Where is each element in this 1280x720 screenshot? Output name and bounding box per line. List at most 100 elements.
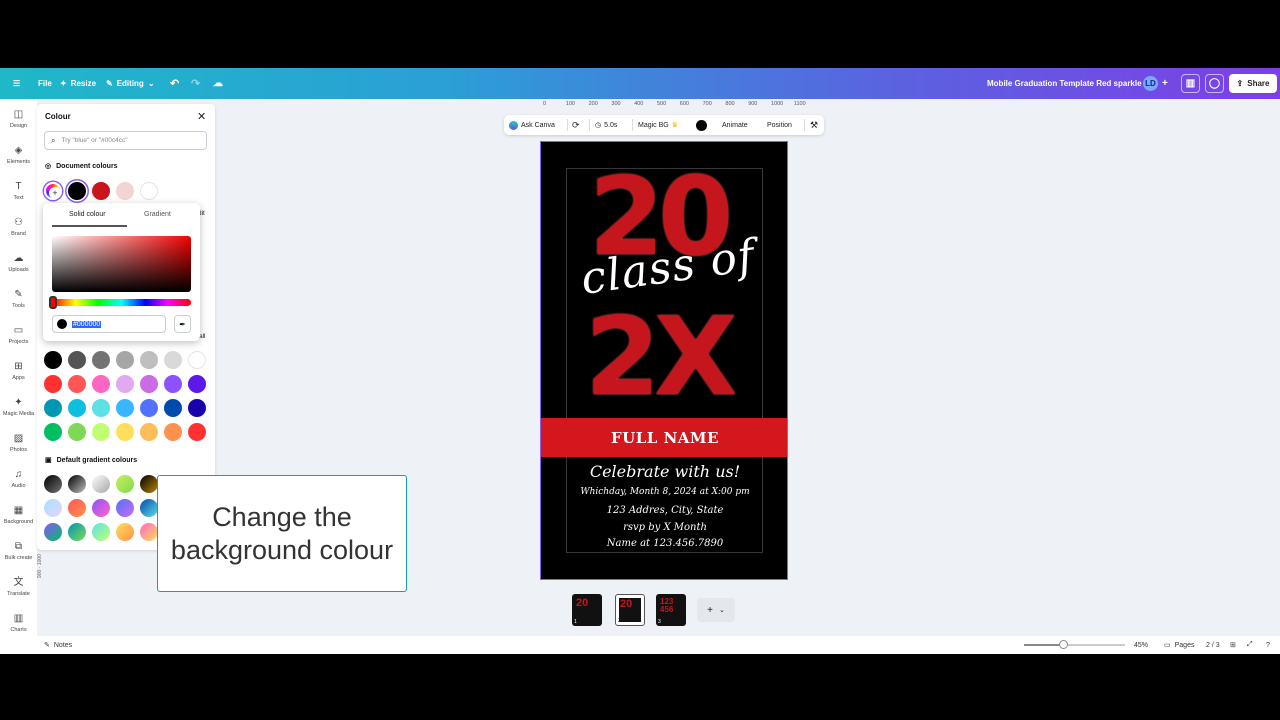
solid-colour-swatch[interactable]	[92, 399, 110, 417]
solid-colour-swatch[interactable]	[92, 351, 110, 369]
gradient-colour-swatch[interactable]	[92, 475, 110, 493]
solid-colour-swatch[interactable]	[44, 399, 62, 417]
gradient-colour-swatch[interactable]	[44, 499, 62, 517]
sidebar-item-background[interactable]: ▦ Background	[0, 498, 37, 532]
sidebar-item-brand[interactable]: ⚇ Brand	[0, 210, 37, 244]
sidebar-item-audio[interactable]: ♫ Audio	[0, 462, 37, 496]
solid-colour-swatch[interactable]	[188, 375, 206, 393]
gradient-colour-swatch[interactable]	[44, 475, 62, 493]
zoom-percentage[interactable]: 45%	[1134, 636, 1148, 654]
replace-button[interactable]: ⟳	[572, 115, 580, 135]
solid-colour-swatch[interactable]	[164, 423, 182, 441]
gradient-colour-swatch[interactable]	[68, 523, 86, 541]
solid-colour-swatch[interactable]	[140, 399, 158, 417]
celebrate-text[interactable]: Celebrate with us!	[541, 462, 787, 481]
pages-button[interactable]: ▭ Pages	[1164, 636, 1194, 654]
sidebar-item-text[interactable]: T Text	[0, 174, 37, 208]
editing-mode-dropdown[interactable]: ✎ Editing ⌄	[106, 68, 155, 99]
solid-colour-swatch[interactable]	[164, 375, 182, 393]
gradient-colour-swatch[interactable]	[140, 499, 158, 517]
comments-button[interactable]: ◯	[1205, 74, 1224, 93]
solid-colour-swatch[interactable]	[44, 351, 62, 369]
sidebar-item-photos[interactable]: ▨ Photos	[0, 426, 37, 460]
close-icon[interactable]: ✕	[197, 110, 206, 123]
notes-button[interactable]: ✎ Notes	[44, 636, 72, 654]
tab-solid-colour[interactable]: Solid colour	[69, 211, 106, 218]
solid-colour-swatch[interactable]	[92, 423, 110, 441]
save-status-button[interactable]: ☁	[213, 68, 223, 99]
solid-colour-swatch[interactable]	[68, 375, 86, 393]
solid-colour-swatch[interactable]	[68, 423, 86, 441]
sidebar-item-magic-media[interactable]: ✦ Magic Media	[0, 390, 37, 424]
sidebar-item-elements[interactable]: ◈ Elements	[0, 138, 37, 172]
undo-button[interactable]: ↶	[170, 68, 179, 99]
magic-bg-button[interactable]: Magic BG ♛	[638, 115, 678, 135]
document-colour-swatch[interactable]	[116, 182, 134, 200]
rsvp-text[interactable]: rsvp by X Month	[541, 522, 787, 533]
solid-colour-swatch[interactable]	[68, 399, 86, 417]
timing-button[interactable]: ◷ 5.0s	[595, 115, 617, 135]
colour-search-input[interactable]: ⌕ Try "blue" or "#00c4cc"	[44, 131, 207, 150]
zoom-slider-handle[interactable]	[1059, 640, 1068, 649]
menu-icon[interactable]: ☰	[13, 68, 20, 99]
solid-colour-swatch[interactable]	[116, 375, 134, 393]
sidebar-item-projects[interactable]: ▭ Projects	[0, 318, 37, 352]
help-button[interactable]: ?	[1266, 636, 1270, 654]
solid-colour-swatch[interactable]	[116, 351, 134, 369]
document-colour-swatch[interactable]	[68, 182, 86, 200]
solid-colour-swatch[interactable]	[116, 399, 134, 417]
copy-style-button[interactable]: ⚒	[810, 115, 818, 135]
position-button[interactable]: Position	[767, 115, 792, 135]
sidebar-item-bulk-create[interactable]: ⧉ Bulk create	[0, 534, 37, 568]
gradient-colour-swatch[interactable]	[68, 475, 86, 493]
sidebar-item-tools[interactable]: ✎ Tools	[0, 282, 37, 316]
ask-canva-button[interactable]: Ask Canva	[509, 115, 555, 135]
gradient-colour-swatch[interactable]	[44, 523, 62, 541]
solid-colour-swatch[interactable]	[188, 399, 206, 417]
page-thumbnail[interactable]: 123 456 3	[656, 594, 686, 626]
solid-colour-swatch[interactable]	[188, 423, 206, 441]
name-banner[interactable]: FULL NAME	[541, 418, 787, 457]
grid-view-button[interactable]: ⊞	[1230, 636, 1236, 654]
page-thumbnail[interactable]: 20 1	[572, 594, 602, 626]
solid-colour-swatch[interactable]	[164, 351, 182, 369]
document-colour-swatch[interactable]	[140, 182, 158, 200]
design-page[interactable]: 20 2X class of FULL NAME Celebrate with …	[540, 141, 788, 580]
tab-gradient[interactable]: Gradient	[144, 211, 171, 218]
sidebar-item-design[interactable]: ◫ Design	[0, 102, 37, 136]
animate-button[interactable]: Animate	[722, 115, 748, 135]
solid-colour-swatch[interactable]	[92, 375, 110, 393]
fullscreen-button[interactable]: ⤢	[1247, 636, 1253, 654]
address-text[interactable]: 123 Addres, City, State	[541, 505, 787, 516]
gradient-colour-swatch[interactable]	[140, 523, 158, 541]
eyedropper-button[interactable]: ✒	[174, 315, 191, 333]
avatar[interactable]: LD	[1143, 76, 1158, 91]
sidebar-item-uploads[interactable]: ☁ Uploads	[0, 246, 37, 280]
solid-colour-swatch[interactable]	[188, 351, 206, 369]
solid-colour-swatch[interactable]	[68, 351, 86, 369]
gradient-colour-swatch[interactable]	[140, 475, 158, 493]
solid-colour-swatch[interactable]	[116, 423, 134, 441]
add-page-button[interactable]: + ⌄	[697, 598, 735, 622]
background-colour-button[interactable]	[696, 115, 707, 135]
add-collaborator-button[interactable]: +	[1162, 68, 1168, 99]
gradient-colour-swatch[interactable]	[116, 499, 134, 517]
sidebar-item-apps[interactable]: ⊞ Apps	[0, 354, 37, 388]
contact-text[interactable]: Name at 123.456.7890	[541, 538, 787, 549]
gradient-colour-swatch[interactable]	[68, 499, 86, 517]
insights-button[interactable]: ▥	[1181, 74, 1200, 93]
add-colour-button[interactable]: +	[44, 182, 62, 200]
hue-slider[interactable]	[52, 299, 191, 306]
saturation-brightness-area[interactable]	[52, 236, 191, 292]
solid-colour-swatch[interactable]	[140, 375, 158, 393]
sidebar-item-charts[interactable]: ▥ Charts	[0, 606, 37, 640]
document-title[interactable]: Mobile Graduation Template Red sparkle	[987, 68, 1142, 99]
solid-colour-swatch[interactable]	[140, 351, 158, 369]
hue-slider-handle[interactable]	[49, 296, 57, 309]
page-thumbnail-selected[interactable]: 20 2	[615, 594, 645, 626]
solid-colour-swatch[interactable]	[140, 423, 158, 441]
sidebar-item-translate[interactable]: 文 Translate	[0, 570, 37, 604]
share-button[interactable]: ⇪ Share	[1229, 74, 1277, 93]
zoom-slider-track[interactable]	[1024, 644, 1125, 646]
date-text[interactable]: Whichday, Month 8, 2024 at X:00 pm	[541, 487, 787, 497]
